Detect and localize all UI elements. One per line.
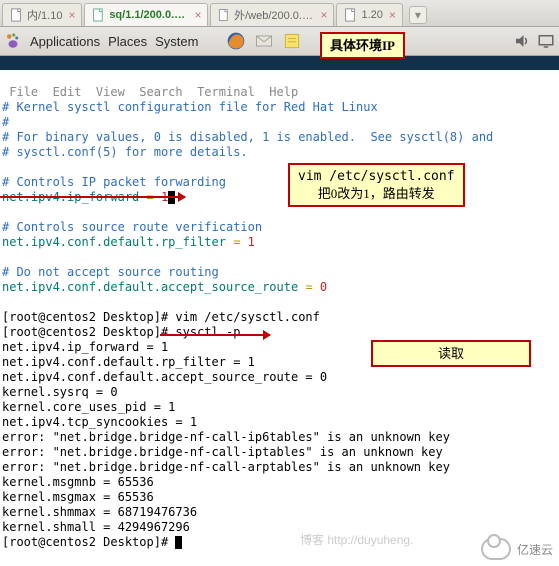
page-icon: [343, 8, 357, 22]
browser-tab-strip: 内/1.10 × sq/1.1/200.0.0.1 × 外/web/200.0.…: [0, 0, 559, 27]
tab-1-20[interactable]: 1.20 ×: [336, 3, 402, 26]
note-icon[interactable]: [282, 31, 302, 51]
conf-line: # Do not accept source routing: [2, 265, 219, 279]
shell-line: kernel.sysrq = 0: [2, 385, 118, 399]
shell-line: net.ipv4.ip_forward = 1: [2, 340, 168, 354]
gnome-foot-icon: [4, 32, 22, 50]
shell-line: kernel.shmmax = 68719476736: [2, 505, 197, 519]
callout-env-ip: 具体环境IP: [320, 32, 405, 59]
page-icon: [9, 8, 23, 22]
conf-line: # Controls IP packet forwarding: [2, 175, 226, 189]
gnome-panel: Applications Places System: [0, 27, 559, 56]
conf-key: net.ipv4.conf.default.accept_source_rout…: [2, 280, 298, 294]
blog-watermark: 博客 http://duyuheng.: [300, 531, 413, 548]
page-icon: [217, 8, 230, 22]
shell-line: net.ipv4.conf.default.rp_filter = 1: [2, 355, 255, 369]
shell-line: kernel.core_uses_pid = 1: [2, 400, 175, 414]
conf-val: 1: [248, 235, 255, 249]
tab-label: 内/1.10: [27, 7, 62, 23]
callout-vim-sysctl: vim /etc/sysctl.conf 把0改为1，路由转发: [288, 163, 465, 207]
tab-label: sq/1.1/200.0.0.1: [109, 9, 188, 21]
brand-label: 亿速云: [517, 541, 553, 558]
arrow-to-ipforward: [0, 196, 185, 198]
tab-label: 外/web/200.0.0.10: [234, 7, 314, 23]
arrow-to-sysctl-p: [160, 334, 270, 336]
firefox-icon[interactable]: [226, 31, 246, 51]
shell-line: error: "net.bridge.bridge-nf-call-arptab…: [2, 460, 450, 474]
shell-line: net.ipv4.tcp_syncookies = 1: [2, 415, 197, 429]
close-icon[interactable]: ×: [194, 8, 201, 22]
shell-line: kernel.shmall = 4294967296: [2, 520, 190, 534]
shell-line: error: "net.bridge.bridge-nf-call-iptabl…: [2, 445, 443, 459]
panel-menu-applications[interactable]: Applications: [30, 34, 100, 49]
vm-top-border: [0, 56, 559, 70]
close-icon[interactable]: ×: [320, 8, 327, 22]
new-tab-button[interactable]: ▾: [409, 6, 427, 24]
close-icon[interactable]: ×: [68, 8, 75, 22]
tab-nei-1-10[interactable]: 内/1.10 ×: [2, 3, 82, 26]
shell-line: kernel.msgmnb = 65536: [2, 475, 154, 489]
conf-line: #: [2, 115, 9, 129]
conf-val: 0: [320, 280, 327, 294]
page-icon: [91, 8, 105, 22]
close-icon[interactable]: ×: [389, 8, 396, 22]
shell-line: error: "net.bridge.bridge-nf-call-ip6tab…: [2, 430, 450, 444]
panel-menu-system[interactable]: System: [155, 34, 198, 49]
tab-sq-200[interactable]: sq/1.1/200.0.0.1 ×: [84, 3, 208, 26]
conf-line: # For binary values, 0 is disabled, 1 is…: [2, 130, 493, 144]
conf-line: # Controls source route verification: [2, 220, 262, 234]
panel-menu-places[interactable]: Places: [108, 34, 147, 49]
tab-wai-web[interactable]: 外/web/200.0.0.10 ×: [210, 3, 334, 26]
display-icon[interactable]: [537, 32, 555, 50]
mail-icon[interactable]: [254, 31, 274, 51]
tab-label: 1.20: [361, 9, 382, 21]
shell-line: kernel.msgmax = 65536: [2, 490, 154, 504]
volume-icon[interactable]: [513, 32, 531, 50]
conf-line: # sysctl.conf(5) for more details.: [2, 145, 248, 159]
conf-line: # Kernel sysctl configuration file for R…: [2, 100, 378, 114]
conf-key: net.ipv4.conf.default.rp_filter: [2, 235, 226, 249]
callout-read: 读取: [371, 340, 531, 367]
cloud-icon: [481, 538, 511, 560]
shell-line: [root@centos2 Desktop]# sysctl -p: [2, 325, 240, 339]
shell-prompt: [root@centos2 Desktop]#: [2, 535, 175, 549]
brand-watermark: 亿速云: [481, 538, 553, 560]
shell-line: net.ipv4.conf.default.accept_source_rout…: [2, 370, 327, 384]
shell-line: [root@centos2 Desktop]# vim /etc/sysctl.…: [2, 310, 320, 324]
terminal-output[interactable]: File Edit View Search Terminal Help # Ke…: [0, 70, 559, 552]
cursor-icon: [175, 536, 182, 549]
